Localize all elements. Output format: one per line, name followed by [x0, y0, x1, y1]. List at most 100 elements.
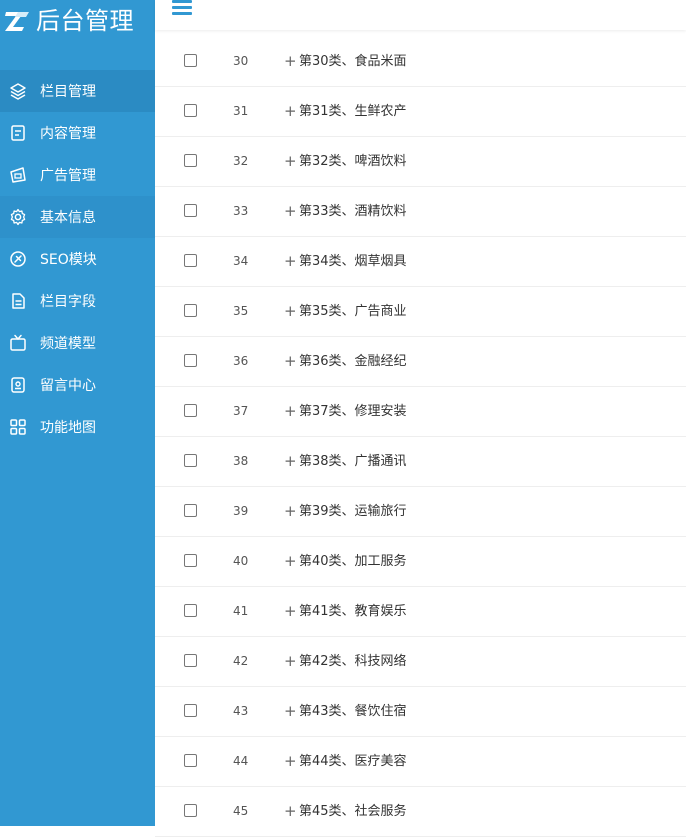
row-category-name: 第40类、加工服务: [299, 554, 407, 569]
sidebar-item-8[interactable]: 留言中心: [0, 364, 155, 406]
row-category-name: 第37类、修理安装: [299, 404, 407, 419]
sidebar-item-label: 栏目管理: [40, 84, 96, 100]
table-row: 36 + 第36类、金融经纪: [155, 337, 686, 387]
sidebar-item-label: 基本信息: [40, 210, 96, 226]
row-id: 34: [233, 254, 249, 268]
sidebar-item-5[interactable]: SEO模块: [0, 238, 155, 280]
expand-icon[interactable]: +: [284, 237, 297, 286]
row-id: 36: [233, 354, 249, 368]
seo-icon: [9, 250, 27, 268]
expand-icon[interactable]: +: [284, 37, 297, 86]
layers-icon: [9, 82, 27, 100]
row-category-name: 第43类、餐饮住宿: [299, 704, 407, 719]
sidebar-item-2[interactable]: 内容管理: [0, 112, 155, 154]
sidebar-item-4[interactable]: 基本信息: [0, 196, 155, 238]
logo[interactable]: 后台管理: [0, 0, 155, 46]
expand-icon[interactable]: +: [284, 287, 297, 336]
row-checkbox[interactable]: [184, 304, 197, 317]
row-checkbox[interactable]: [184, 804, 197, 817]
sidebar-item-7[interactable]: 频道模型: [0, 322, 155, 364]
expand-icon[interactable]: +: [284, 637, 297, 686]
row-checkbox[interactable]: [184, 254, 197, 267]
row-category-name: 第42类、科技网络: [299, 654, 407, 669]
message-icon: [9, 376, 27, 394]
gear-icon: [9, 208, 27, 226]
row-checkbox[interactable]: [184, 704, 197, 717]
sidebar-item-1[interactable]: 栏目管理: [0, 70, 155, 112]
row-category-name: 第41类、教育娱乐: [299, 604, 407, 619]
table-row: 44 + 第44类、医疗美容: [155, 737, 686, 787]
expand-icon[interactable]: +: [284, 587, 297, 636]
row-category-name: 第35类、广告商业: [299, 304, 407, 319]
row-checkbox[interactable]: [184, 354, 197, 367]
expand-icon[interactable]: +: [284, 87, 297, 136]
row-checkbox[interactable]: [184, 554, 197, 567]
row-checkbox[interactable]: [184, 654, 197, 667]
row-checkbox[interactable]: [184, 154, 197, 167]
table-row: 42 + 第42类、科技网络: [155, 637, 686, 687]
row-checkbox[interactable]: [184, 454, 197, 467]
expand-icon[interactable]: +: [284, 487, 297, 536]
row-id: 32: [233, 154, 249, 168]
row-id: 30: [233, 54, 249, 68]
logo-mark-icon: [5, 12, 29, 31]
table-row: 40 + 第40类、加工服务: [155, 537, 686, 587]
expand-icon[interactable]: +: [284, 787, 297, 836]
ad-icon: [9, 166, 27, 184]
row-category-name: 第34类、烟草烟具: [299, 254, 407, 269]
table-row: 30 + 第30类、食品米面: [155, 37, 686, 87]
row-category-name: 第38类、广播通讯: [299, 454, 407, 469]
sidebar-item-6[interactable]: 栏目字段: [0, 280, 155, 322]
expand-icon[interactable]: +: [284, 387, 297, 436]
expand-icon[interactable]: +: [284, 687, 297, 736]
expand-icon[interactable]: +: [284, 137, 297, 186]
row-checkbox[interactable]: [184, 54, 197, 67]
expand-icon[interactable]: +: [284, 337, 297, 386]
sidebar-item-label: 栏目字段: [40, 294, 96, 310]
row-id: 43: [233, 704, 249, 718]
sidebar: 后台管理 栏目管理内容管理广告管理基本信息 SEO模块栏目字段频道模型留言中心功能…: [0, 0, 155, 826]
row-checkbox[interactable]: [184, 504, 197, 517]
menu-toggle-button[interactable]: [172, 0, 194, 18]
sidebar-item-label: SEO模块: [40, 252, 97, 268]
hamburger-line: [172, 6, 192, 9]
row-id: 39: [233, 504, 249, 518]
table-row: 41 + 第41类、教育娱乐: [155, 587, 686, 637]
grid-icon: [9, 418, 27, 436]
expand-icon[interactable]: +: [284, 187, 297, 236]
table-row: 37 + 第37类、修理安装: [155, 387, 686, 437]
table-row: 32 + 第32类、啤酒饮料: [155, 137, 686, 187]
row-checkbox[interactable]: [184, 104, 197, 117]
sidebar-item-label: 功能地图: [40, 420, 96, 436]
sidebar-item-3[interactable]: 广告管理: [0, 154, 155, 196]
sidebar-item-9[interactable]: 功能地图: [0, 406, 155, 448]
expand-icon[interactable]: +: [284, 737, 297, 786]
row-checkbox[interactable]: [184, 404, 197, 417]
expand-icon[interactable]: +: [284, 537, 297, 586]
sidebar-nav: 栏目管理内容管理广告管理基本信息 SEO模块栏目字段频道模型留言中心功能地图: [0, 70, 155, 448]
row-checkbox[interactable]: [184, 754, 197, 767]
row-checkbox[interactable]: [184, 604, 197, 617]
sidebar-item-label: 内容管理: [40, 126, 96, 142]
row-category-name: 第33类、酒精饮料: [299, 204, 407, 219]
row-category-name: 第36类、金融经纪: [299, 354, 407, 369]
row-checkbox[interactable]: [184, 204, 197, 217]
tv-icon: [9, 334, 27, 352]
table-row: 45 + 第45类、社会服务: [155, 787, 686, 837]
row-id: 31: [233, 104, 249, 118]
sidebar-item-label: 广告管理: [40, 168, 96, 184]
table-row: 35 + 第35类、广告商业: [155, 287, 686, 337]
table-row: 38 + 第38类、广播通讯: [155, 437, 686, 487]
file-icon: [9, 292, 27, 310]
row-id: 42: [233, 654, 249, 668]
expand-icon[interactable]: +: [284, 437, 297, 486]
document-icon: [9, 124, 27, 142]
row-category-name: 第44类、医疗美容: [299, 754, 407, 769]
row-category-name: 第32类、啤酒饮料: [299, 154, 407, 169]
logo-text: 后台管理: [36, 7, 134, 35]
row-category-name: 第45类、社会服务: [299, 804, 407, 819]
hamburger-icon: [172, 0, 192, 3]
row-id: 45: [233, 804, 249, 818]
sidebar-item-label: 频道模型: [40, 336, 96, 352]
hamburger-line: [172, 12, 192, 15]
